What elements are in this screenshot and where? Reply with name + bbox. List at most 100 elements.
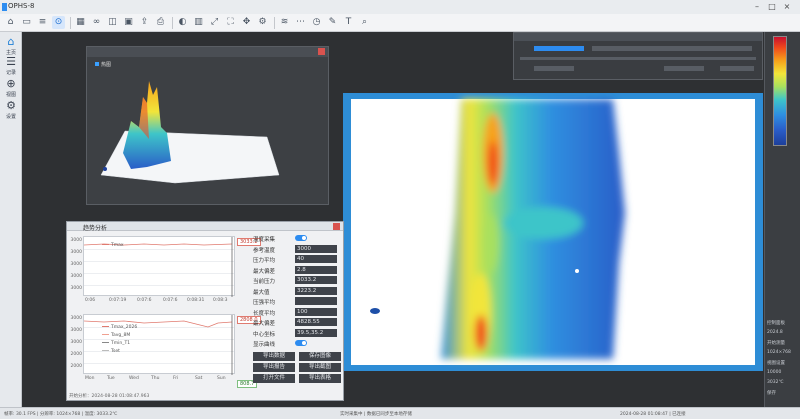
- action-button[interactable]: 打开文件: [253, 374, 295, 383]
- palette-icon[interactable]: ◐: [176, 16, 189, 29]
- layers-icon[interactable]: ≡: [36, 16, 49, 29]
- param-row: 当前压力 3033.2: [253, 276, 343, 285]
- action-button[interactable]: 导出报告: [253, 363, 295, 372]
- y-tick: 3000: [70, 250, 82, 255]
- x-tick: Fri: [173, 376, 179, 381]
- right-panel-item[interactable]: 开始测量: [767, 340, 800, 346]
- param-row: 长度平均 100: [253, 307, 343, 317]
- window-header[interactable]: [514, 33, 762, 41]
- text-icon[interactable]: T: [342, 16, 355, 29]
- right-panel-item[interactable]: 保存: [767, 390, 800, 396]
- title-bar: OPHS-8 – □ ×: [0, 0, 800, 14]
- thermal-image[interactable]: [343, 93, 763, 371]
- nav-item-home[interactable]: ⌂ 主页: [2, 36, 20, 57]
- thermal-heatmap-svg[interactable]: [343, 93, 763, 371]
- param-value[interactable]: 3033.2: [295, 276, 337, 284]
- trend-status: 开始分析：2024-08-28 01:08:47.963: [69, 394, 150, 399]
- surface-3d-window[interactable]: 热图: [86, 46, 329, 205]
- chart-icon[interactable]: ▥: [192, 16, 205, 29]
- close-window-button[interactable]: ×: [782, 2, 792, 12]
- home-icon[interactable]: ⌂: [4, 16, 17, 29]
- param-value[interactable]: 3000: [295, 244, 337, 253]
- legend-entry: Tmax: [102, 243, 124, 248]
- more-icon[interactable]: ⋯: [294, 16, 307, 29]
- param-toggle[interactable]: [295, 340, 307, 346]
- folder-icon[interactable]: ▭: [20, 16, 33, 29]
- marker-point: [575, 269, 579, 273]
- timeline-bar[interactable]: [592, 46, 752, 51]
- param-value[interactable]: 3223.2: [295, 286, 337, 295]
- right-panel-item[interactable]: 10000: [767, 370, 800, 375]
- range-field[interactable]: [664, 66, 704, 71]
- nav-label: 记录: [5, 70, 16, 76]
- link-icon[interactable]: ∞: [90, 16, 103, 29]
- x-tick: Thu: [151, 376, 160, 381]
- param-row: 最大值 3223.2: [253, 286, 343, 296]
- action-button[interactable]: 导出数据: [253, 352, 295, 361]
- right-panel-item[interactable]: 控制面板: [767, 320, 800, 326]
- scrubber-track[interactable]: [520, 57, 756, 60]
- nav-item-settings[interactable]: ⚙ 设置: [2, 100, 20, 121]
- nav-item-view[interactable]: ⊕ 视图: [2, 78, 20, 99]
- param-value[interactable]: 2.8: [295, 265, 337, 274]
- fullscreen-icon[interactable]: ⛶: [224, 16, 237, 29]
- overview-window[interactable]: [513, 32, 763, 80]
- param-toggle[interactable]: [295, 235, 307, 241]
- window-header[interactable]: [87, 47, 328, 57]
- close-icon[interactable]: [318, 48, 325, 55]
- param-label: 最大值: [253, 289, 270, 296]
- action-button[interactable]: 导出截图: [299, 363, 341, 372]
- expand-icon[interactable]: ⤢: [208, 16, 221, 29]
- marker-blob: [370, 308, 380, 314]
- clock-icon[interactable]: ◷: [310, 16, 323, 29]
- y-tick: 3000: [70, 238, 82, 243]
- zoom-icon[interactable]: ⌕: [358, 16, 371, 29]
- wifi-icon[interactable]: ≋: [278, 16, 291, 29]
- param-label: 当前压力: [253, 279, 276, 285]
- save-icon[interactable]: ▣: [122, 16, 135, 29]
- close-icon[interactable]: [333, 223, 340, 230]
- trend-plot-2[interactable]: Tmax_2026 Tavg_8M Tmin_T1 Tset: [83, 314, 235, 375]
- y-tick: 3000: [70, 286, 82, 291]
- param-label: 压强平均: [253, 300, 276, 306]
- x-tick: 0:08:31: [187, 298, 205, 303]
- right-panel-item[interactable]: 3032℃: [767, 380, 800, 385]
- maximize-button[interactable]: □: [767, 2, 777, 12]
- toolbar-separator: [274, 17, 275, 29]
- export-icon[interactable]: ⇪: [138, 16, 151, 29]
- param-label: 参考温度: [253, 247, 276, 254]
- y-tick: 3000: [70, 274, 82, 279]
- surface-plot[interactable]: [87, 57, 328, 204]
- target-icon[interactable]: ⊙: [52, 16, 65, 29]
- x-tick: 0:07:6: [163, 298, 178, 303]
- param-value[interactable]: [295, 297, 337, 305]
- gear-icon[interactable]: ⚙: [256, 16, 269, 29]
- param-value[interactable]: 100: [295, 307, 337, 316]
- range-field[interactable]: [534, 66, 574, 71]
- trend-window[interactable]: 趋势分析 Tmax 3000 3000 3000 3000 3000 0:06 …: [66, 221, 344, 401]
- right-panel-item[interactable]: 2024.8: [767, 330, 800, 335]
- nav-item-records[interactable]: ☰ 记录: [2, 56, 20, 77]
- nav-label: 视图: [5, 92, 16, 98]
- action-button[interactable]: 保存图像: [299, 352, 341, 361]
- print-icon[interactable]: ⎙: [154, 16, 167, 29]
- trend-plot-1[interactable]: Tmax: [83, 236, 235, 297]
- right-panel-item[interactable]: 视图设置: [767, 360, 800, 366]
- window-header[interactable]: 趋势分析: [67, 222, 343, 232]
- minimize-button[interactable]: –: [752, 2, 762, 12]
- param-value[interactable]: 4828.55: [295, 318, 337, 326]
- legend-swatch: [102, 334, 109, 335]
- split-icon[interactable]: ◫: [106, 16, 119, 29]
- x-tick: Sun: [217, 376, 226, 381]
- x-tick: 0:07:19: [109, 298, 127, 303]
- legend-swatch: [102, 244, 109, 245]
- range-field[interactable]: [720, 66, 754, 71]
- legend-entry: Tmax_2026: [102, 325, 137, 330]
- action-button[interactable]: 导出表格: [299, 374, 341, 383]
- param-value[interactable]: 40: [295, 255, 337, 263]
- grid-icon[interactable]: ▦: [74, 16, 87, 29]
- arrows-icon[interactable]: ✥: [240, 16, 253, 29]
- right-panel-item[interactable]: 1024×768: [767, 350, 800, 355]
- param-value[interactable]: 39.5,35.2: [295, 328, 337, 337]
- pen-icon[interactable]: ✎: [326, 16, 339, 29]
